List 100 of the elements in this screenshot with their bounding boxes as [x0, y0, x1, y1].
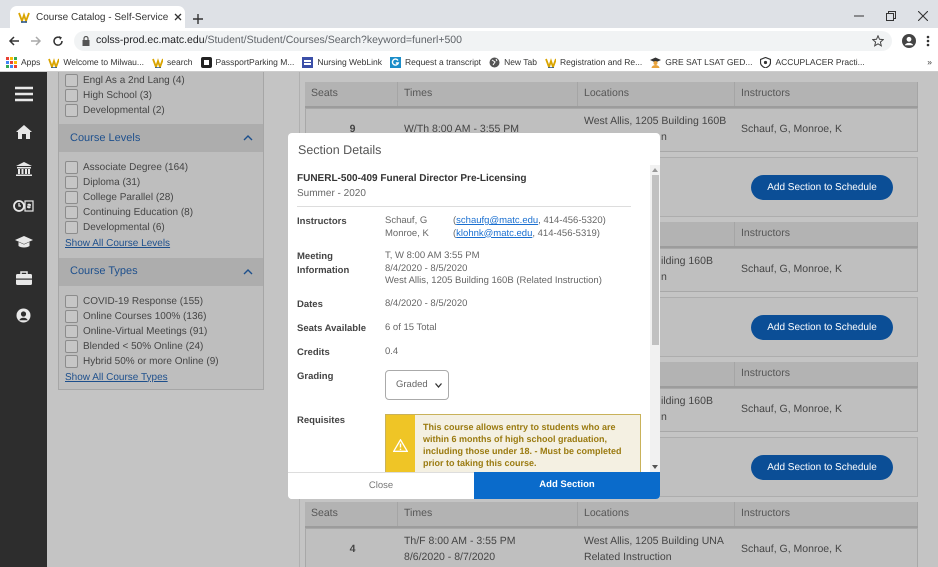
- checkbox[interactable]: [65, 310, 78, 322]
- checkbox[interactable]: [65, 354, 78, 368]
- seats-count: 4: [350, 542, 356, 558]
- alert-text: This course allows entry to students who are within 6 months of high school graduation, including those under 18. - Must be completed prior to taking this course.: [422, 421, 623, 470]
- square-logo-icon: [200, 57, 212, 68]
- field-value: 8/4/2020 - 8/5/2020: [385, 298, 468, 310]
- meeting-time: W/Th 8:00 AM - 3:55 PM: [404, 122, 520, 138]
- column-header: Instructors: [741, 86, 790, 102]
- field-label: Grading: [297, 370, 334, 384]
- add-section-button[interactable]: Add Section to Schedule: [751, 454, 893, 480]
- restore-icon[interactable]: [886, 11, 896, 21]
- address-field[interactable]: colss-prod.ec.matc.edu/Student/Student/Courses/Search?keyword=funerl+500: [74, 31, 892, 51]
- checkbox[interactable]: [65, 340, 78, 352]
- browser-tab[interactable]: Course Catalog - Self-Service: [10, 6, 185, 28]
- scrollbar[interactable]: [650, 165, 660, 472]
- calendar-grid-icon: [302, 57, 314, 68]
- column-header: Times: [404, 86, 432, 102]
- column-header: Times: [404, 506, 432, 522]
- apps-grid-icon: [6, 57, 17, 68]
- profile-icon[interactable]: [902, 34, 916, 48]
- location-text: Related Instruction: [584, 550, 673, 565]
- column-header: Locations: [584, 506, 629, 522]
- checkbox[interactable]: [65, 324, 78, 338]
- more-bookmarks-chevron[interactable]: »: [927, 56, 932, 69]
- filter-option-label: Associate Degree (164): [83, 161, 188, 175]
- bank-icon[interactable]: [16, 162, 32, 176]
- graduate-figure-icon: [650, 57, 662, 68]
- meeting-time: 8/6/2020 - 8/7/2020: [404, 550, 496, 565]
- checkbox[interactable]: [65, 74, 78, 87]
- caret-icon: [435, 382, 442, 388]
- bookmark-link[interactable]: PassportParking M...: [200, 56, 294, 69]
- add-section-button[interactable]: Add Section to Schedule: [751, 174, 893, 200]
- filter-option-label: Continuing Education (8): [83, 206, 194, 220]
- filter-option-label: College Parallel (28): [83, 191, 174, 205]
- back-arrow-icon[interactable]: [8, 35, 20, 47]
- bookmark-link[interactable]: Apps: [6, 56, 40, 69]
- bookmark-link[interactable]: Nursing WebLink: [302, 56, 382, 69]
- checkbox[interactable]: [65, 176, 78, 189]
- checkbox[interactable]: [65, 294, 78, 308]
- checkbox[interactable]: [65, 206, 78, 219]
- location-fragment: n: [661, 410, 667, 425]
- dialog-title: Section Details: [297, 142, 382, 159]
- checkbox[interactable]: [65, 89, 78, 102]
- add-section-button[interactable]: Add Section: [474, 472, 660, 499]
- briefcase-icon[interactable]: [16, 271, 32, 285]
- show-all-link[interactable]: Show All Course Types: [65, 370, 168, 384]
- close-button[interactable]: Close: [288, 472, 474, 499]
- bookmark-link[interactable]: ACCUPLACER Practi...: [760, 56, 865, 69]
- checkbox[interactable]: [65, 104, 78, 117]
- filter-option-label: Diploma (31): [83, 176, 140, 190]
- show-all-link[interactable]: Show All Course Levels: [65, 236, 170, 251]
- location-text: West Allis, 1205 Building UNA: [584, 534, 725, 550]
- reload-icon[interactable]: [52, 35, 64, 47]
- checkbox[interactable]: [65, 221, 78, 234]
- email-link[interactable]: klohnk@matc.edu: [456, 228, 532, 238]
- instructor-names: Schauf, G, Monroe, K: [741, 542, 843, 558]
- field-label: Credits: [297, 346, 331, 360]
- email-link[interactable]: schaufg@matc.edu: [456, 215, 538, 226]
- filter-option-label: Engl As a 2nd Lang (4): [83, 74, 185, 88]
- field-value: 6 of 15 Total: [385, 322, 437, 334]
- filter-option-label: Developmental (6): [83, 221, 165, 235]
- instructor-names: Schauf, G, Monroe, K: [741, 262, 843, 278]
- graduation-cap-icon[interactable]: [14, 236, 32, 248]
- scroll-up-icon: [652, 168, 658, 172]
- checkbox[interactable]: [65, 191, 78, 204]
- warning-icon: [393, 438, 408, 452]
- lock-icon: [82, 36, 90, 46]
- column-header: Instructors: [741, 506, 790, 522]
- bookmark-link[interactable]: Registration and Re...: [544, 56, 642, 69]
- bookmark-link[interactable]: GRE SAT LSAT GED...: [650, 56, 752, 69]
- filter-option-label: Blended < 50% Online (24): [83, 340, 204, 354]
- seats-count: 9: [350, 122, 356, 138]
- new-tab-icon[interactable]: [193, 14, 203, 24]
- field-value: 8/4/2020 - 8/5/2020: [385, 262, 468, 275]
- close-icon[interactable]: [918, 11, 928, 21]
- bookmark-link[interactable]: New Tab: [489, 56, 537, 69]
- checkbox[interactable]: [65, 161, 78, 174]
- instructor-contact: (klohnk@matc.edu, 414-456-5319): [453, 228, 600, 238]
- bookmark-link[interactable]: Request a transcript: [390, 56, 482, 69]
- column-header: Locations: [584, 86, 629, 102]
- grading-select[interactable]: Graded: [385, 370, 449, 400]
- bookmark-link[interactable]: Welcome to Milwau...: [48, 56, 144, 69]
- close-icon[interactable]: [174, 13, 182, 21]
- add-section-button[interactable]: Add Section to Schedule: [751, 314, 893, 340]
- column-header: Instructors: [741, 226, 790, 242]
- course-title: FUNERL-500-409 Funeral Director Pre-Licensing: [297, 172, 528, 186]
- filter-option-label: COVID-19 Response (155): [83, 294, 204, 308]
- menu-dots-icon[interactable]: [926, 35, 930, 47]
- filter-group-header[interactable]: Course Types: [59, 258, 263, 286]
- bookmark-link[interactable]: search: [152, 56, 193, 69]
- menu-icon[interactable]: [14, 86, 32, 102]
- filter-group-header[interactable]: Course Levels: [59, 124, 263, 152]
- star-icon[interactable]: [872, 35, 884, 47]
- location-fragment: ilding 160B: [661, 394, 713, 410]
- instructor-name: Schauf, G: [385, 215, 428, 228]
- clock-dollar-icon[interactable]: [13, 199, 34, 213]
- location-text: West Allis, 1205 Building 160B: [584, 114, 728, 130]
- field-value: T, W 8:00 AM 3:55 PM: [385, 250, 481, 262]
- home-icon[interactable]: [16, 125, 32, 139]
- user-circle-icon[interactable]: [16, 308, 31, 323]
